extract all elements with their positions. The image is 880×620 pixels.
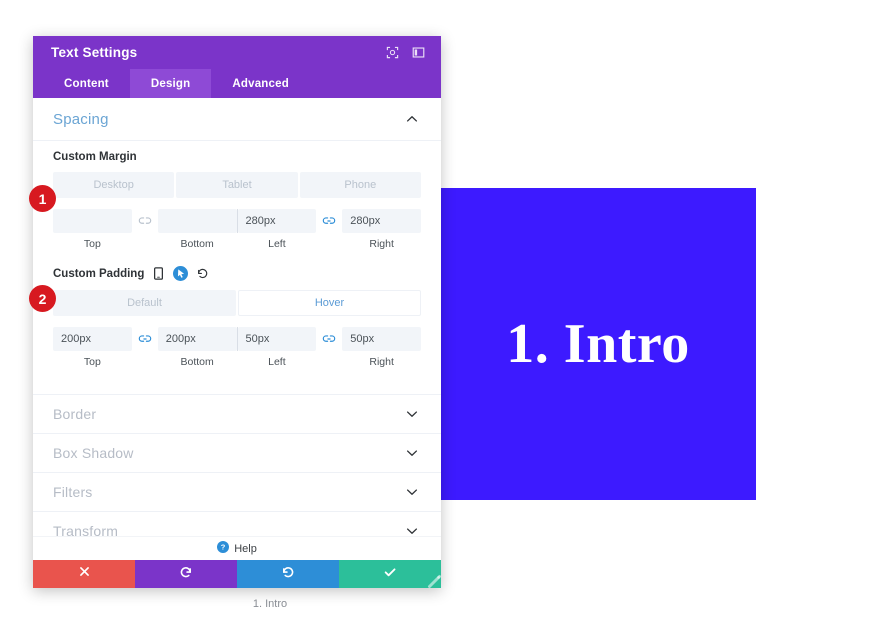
text-settings-modal: Text Settings Content Design Advanced Sp… bbox=[29, 36, 441, 588]
custom-margin-left-input[interactable]: 280px bbox=[237, 209, 317, 233]
accordion-box-shadow-label: Box Shadow bbox=[53, 445, 134, 461]
modal-header: Text Settings bbox=[33, 36, 441, 69]
link-icon[interactable] bbox=[316, 209, 342, 233]
chevron-down-icon[interactable] bbox=[405, 446, 419, 460]
layout-toggle-icon[interactable] bbox=[407, 42, 429, 64]
custom-margin-top-field: Top bbox=[53, 209, 132, 250]
custom-padding-top-caption: Top bbox=[83, 356, 101, 368]
custom-margin-top-caption: Top bbox=[83, 238, 101, 250]
custom-padding-fields: 200px Top 200px Bottom 50px Left 50px Ri… bbox=[53, 327, 421, 368]
custom-padding-label-row: Custom Padding bbox=[53, 266, 421, 281]
custom-margin-right-caption: Right bbox=[369, 238, 394, 250]
help-row[interactable]: ? Help bbox=[33, 536, 441, 560]
unlink-icon[interactable] bbox=[132, 209, 158, 233]
step-badge-2: 2 bbox=[29, 285, 56, 312]
chevron-down-icon[interactable] bbox=[405, 407, 419, 421]
accordion-list: Border Box Shadow Filters Transform bbox=[33, 394, 441, 536]
state-tab-default[interactable]: Default bbox=[53, 290, 236, 316]
link-icon[interactable] bbox=[316, 327, 342, 351]
check-icon bbox=[383, 565, 397, 584]
custom-margin-left-caption: Left bbox=[268, 238, 286, 250]
device-tab-desktop[interactable]: Desktop bbox=[53, 172, 175, 198]
accordion-filters[interactable]: Filters bbox=[33, 472, 441, 511]
link-icon[interactable] bbox=[132, 327, 158, 351]
preview-text-module[interactable]: 1. Intro bbox=[440, 188, 756, 500]
tab-design[interactable]: Design bbox=[129, 69, 212, 98]
reset-icon[interactable] bbox=[195, 266, 210, 281]
custom-margin-right-field: 280px Right bbox=[342, 209, 421, 250]
tab-content[interactable]: Content bbox=[43, 69, 130, 98]
custom-padding-vertical-pair: 200px Top 200px Bottom bbox=[53, 327, 237, 368]
redo-button[interactable] bbox=[237, 560, 339, 588]
accordion-border-label: Border bbox=[53, 406, 97, 422]
accordion-border[interactable]: Border bbox=[33, 394, 441, 433]
custom-margin-bottom-caption: Bottom bbox=[180, 238, 214, 250]
custom-padding-label: Custom Padding bbox=[53, 267, 145, 280]
preview-module-caption: 1. Intro bbox=[252, 598, 288, 610]
custom-padding-state-tabs: Default Hover bbox=[53, 290, 421, 316]
custom-margin-right-input[interactable]: 280px bbox=[342, 209, 421, 233]
expand-icon[interactable] bbox=[381, 42, 403, 64]
custom-margin-bottom-input[interactable] bbox=[157, 209, 237, 233]
close-icon bbox=[78, 565, 91, 583]
state-tab-hover[interactable]: Hover bbox=[238, 290, 421, 316]
save-button[interactable] bbox=[339, 560, 441, 588]
accordion-box-shadow[interactable]: Box Shadow bbox=[33, 433, 441, 472]
custom-margin-horizontal-pair: 280px Left 280px Right bbox=[237, 209, 421, 250]
chevron-down-icon[interactable] bbox=[405, 485, 419, 499]
undo-button[interactable] bbox=[135, 560, 237, 588]
custom-padding-bottom-caption: Bottom bbox=[180, 356, 214, 368]
custom-margin-device-tabs: Desktop Tablet Phone bbox=[53, 172, 421, 198]
custom-padding-bottom-field: 200px Bottom bbox=[157, 327, 237, 368]
undo-icon bbox=[179, 565, 193, 584]
device-tab-phone[interactable]: Phone bbox=[299, 172, 421, 198]
modal-action-bar bbox=[33, 560, 441, 588]
phone-icon[interactable] bbox=[151, 266, 166, 281]
preview-module-title: 1. Intro bbox=[506, 313, 690, 375]
custom-margin-left-field: 280px Left bbox=[237, 209, 317, 250]
step-badge-1: 1 bbox=[29, 185, 56, 212]
custom-margin-group: Custom Margin Desktop Tablet Phone Top B… bbox=[33, 141, 441, 256]
custom-padding-right-field: 50px Right bbox=[342, 327, 421, 368]
custom-padding-horizontal-pair: 50px Left 50px Right bbox=[237, 327, 421, 368]
custom-margin-label-row: Custom Margin bbox=[53, 151, 421, 163]
svg-text:?: ? bbox=[221, 542, 226, 551]
custom-padding-top-field: 200px Top bbox=[53, 327, 132, 368]
custom-margin-bottom-field: Bottom bbox=[157, 209, 237, 250]
tab-advanced[interactable]: Advanced bbox=[211, 69, 310, 98]
question-circle-icon[interactable]: ? bbox=[217, 540, 230, 558]
custom-padding-left-input[interactable]: 50px bbox=[237, 327, 317, 351]
accordion-transform-label: Transform bbox=[53, 523, 119, 536]
custom-margin-top-input[interactable] bbox=[53, 209, 132, 233]
custom-margin-label: Custom Margin bbox=[53, 151, 137, 163]
hover-cursor-icon[interactable] bbox=[173, 266, 189, 281]
chevron-up-icon[interactable] bbox=[405, 112, 419, 126]
section-spacing-title: Spacing bbox=[53, 110, 109, 128]
accordion-filters-label: Filters bbox=[53, 484, 93, 500]
modal-tab-bar: Content Design Advanced bbox=[33, 69, 441, 98]
cancel-button[interactable] bbox=[33, 560, 135, 588]
custom-padding-right-input[interactable]: 50px bbox=[342, 327, 421, 351]
modal-title: Text Settings bbox=[51, 45, 138, 60]
section-spacing-header[interactable]: Spacing bbox=[33, 98, 441, 141]
device-tab-tablet[interactable]: Tablet bbox=[176, 172, 298, 198]
help-label: Help bbox=[234, 542, 257, 555]
custom-padding-top-input[interactable]: 200px bbox=[53, 327, 132, 351]
custom-padding-right-caption: Right bbox=[369, 356, 394, 368]
custom-padding-left-caption: Left bbox=[268, 356, 286, 368]
redo-icon bbox=[281, 565, 295, 584]
custom-padding-bottom-input[interactable]: 200px bbox=[157, 327, 237, 351]
custom-padding-left-field: 50px Left bbox=[237, 327, 317, 368]
custom-margin-fields: Top Bottom 280px Left 280px Right bbox=[53, 209, 421, 250]
chevron-down-icon[interactable] bbox=[405, 524, 419, 536]
accordion-transform[interactable]: Transform bbox=[33, 511, 441, 536]
modal-body: Spacing Custom Margin Desktop Tablet Pho… bbox=[33, 98, 441, 536]
custom-padding-group: Custom Padding Default Hover 200px Top 2… bbox=[33, 256, 441, 374]
custom-margin-vertical-pair: Top Bottom bbox=[53, 209, 237, 250]
